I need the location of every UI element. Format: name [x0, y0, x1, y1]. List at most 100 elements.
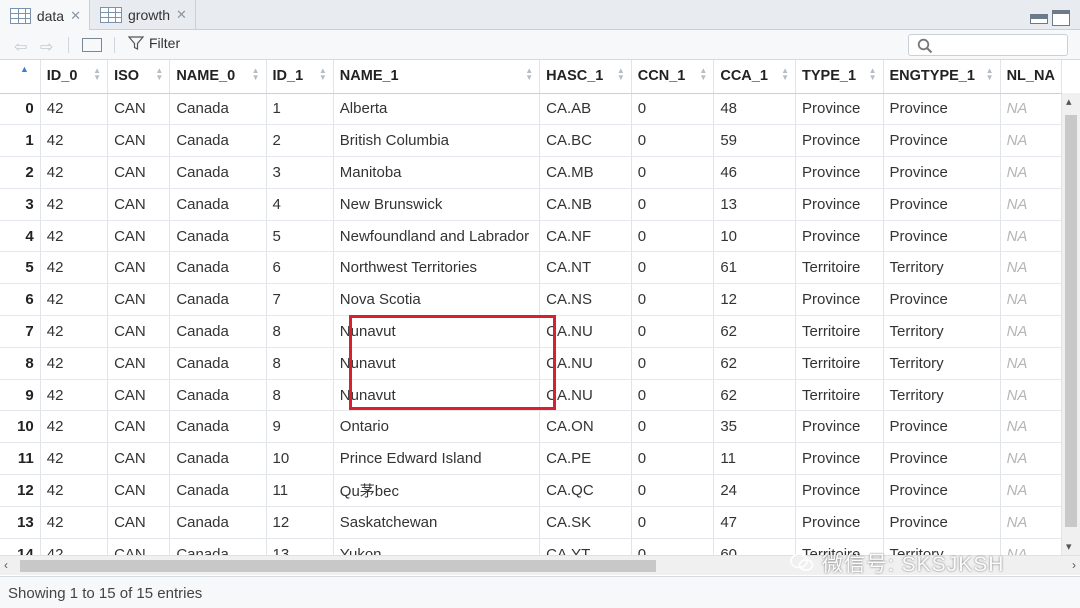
table-cell[interactable]: 24 [713, 474, 797, 507]
table-cell[interactable]: Canada [169, 93, 267, 126]
table-cell[interactable]: CAN [107, 124, 171, 158]
scroll-up-icon[interactable]: ▴ [1066, 95, 1072, 108]
table-cell[interactable]: 13 [713, 188, 797, 221]
table-cell[interactable]: 5 [266, 220, 334, 253]
table-cell[interactable]: 42 [40, 251, 109, 285]
table-cell[interactable]: Canada [169, 156, 267, 189]
table-cell[interactable]: Province [883, 93, 1001, 126]
table-cell[interactable]: Qu茅bec [333, 474, 541, 507]
table-cell[interactable]: 13 [266, 538, 334, 555]
table-cell[interactable]: Canada [169, 474, 267, 507]
tab-growth[interactable]: growth ✕ [90, 0, 196, 30]
table-cell[interactable]: CAN [107, 315, 171, 348]
tab-data[interactable]: data ✕ [0, 0, 90, 31]
table-cell[interactable]: Province [795, 220, 884, 253]
table-cell[interactable]: CAN [107, 347, 171, 380]
table-cell[interactable]: NA [1000, 220, 1062, 253]
table-cell[interactable]: 35 [713, 410, 797, 444]
vertical-scrollbar[interactable]: ▴ ▾ [1062, 93, 1080, 555]
table-cell[interactable]: 0 [631, 347, 715, 380]
table-cell[interactable]: NA [1000, 124, 1062, 158]
table-cell[interactable]: CA.MB [539, 156, 632, 189]
table-cell[interactable]: CA.NS [539, 283, 632, 317]
table-cell[interactable]: 42 [40, 283, 109, 317]
maximize-pane-icon[interactable] [1052, 10, 1070, 26]
table-cell[interactable]: Province [795, 442, 884, 476]
table-cell[interactable]: 60 [713, 538, 797, 555]
table-cell[interactable]: Manitoba [333, 156, 541, 189]
table-cell[interactable]: 42 [40, 474, 109, 507]
table-row[interactable]: 13 42 CAN Canada 12 Saskatchewan CA.SK 0 47 Provi… [0, 506, 1062, 539]
column-header[interactable]: CCN_1 ▲ ▼ [631, 60, 715, 94]
back-arrow-icon[interactable]: ⇦ [14, 37, 27, 57]
table-cell[interactable]: CA.NF [539, 220, 632, 253]
table-cell[interactable]: CAN [107, 410, 171, 444]
column-header[interactable]: NAME_0 ▲ ▼ [169, 60, 267, 94]
table-cell[interactable]: 0 [631, 93, 715, 126]
table-cell[interactable]: Canada [169, 283, 267, 317]
table-cell[interactable]: 0 [631, 474, 715, 507]
table-cell[interactable]: CAN [107, 474, 171, 507]
scroll-right-icon[interactable]: › [1072, 558, 1076, 572]
column-header[interactable]: NAME_1 ▲ ▼ [333, 60, 541, 94]
table-cell[interactable]: 62 [713, 315, 797, 348]
table-row[interactable]: 4 42 CAN Canada 5 Newfoundland and Labrador CA… [0, 220, 1062, 253]
table-cell[interactable]: Canada [169, 220, 267, 253]
table-cell[interactable]: 7 [266, 283, 334, 317]
column-header[interactable]: NL_NA [1000, 60, 1062, 94]
table-row[interactable]: 0 42 CAN Canada 1 Alberta CA.AB 0 48 Province Prov… [0, 93, 1062, 126]
table-cell[interactable]: 12 [713, 283, 797, 317]
column-header[interactable]: ENGTYPE_1 ▲ ▼ [883, 60, 1001, 94]
table-cell[interactable]: 42 [40, 220, 109, 253]
table-cell[interactable]: CAN [107, 93, 171, 126]
table-cell[interactable]: Territory [883, 347, 1001, 380]
table-cell[interactable]: Province [883, 474, 1001, 507]
column-header-rowindex[interactable]: ▲ [0, 60, 41, 94]
table-cell[interactable]: Province [795, 124, 884, 158]
table-cell[interactable]: CAN [107, 156, 171, 189]
table-cell[interactable]: 42 [40, 156, 109, 189]
table-cell[interactable]: 0 [631, 442, 715, 476]
table-cell[interactable]: 42 [40, 538, 109, 555]
table-cell[interactable]: 0 [631, 283, 715, 317]
table-row[interactable]: 5 42 CAN Canada 6 Northwest Territories CA.NT 0… [0, 251, 1062, 285]
table-cell[interactable]: 42 [40, 347, 109, 380]
table-cell[interactable]: 46 [713, 156, 797, 189]
table-cell[interactable]: Territory [883, 251, 1001, 285]
table-cell[interactable]: NA [1000, 347, 1062, 380]
table-cell[interactable]: Province [795, 283, 884, 317]
table-cell[interactable]: Nunavut [333, 379, 541, 412]
table-cell[interactable]: 42 [40, 188, 109, 221]
table-cell[interactable]: NA [1000, 474, 1062, 507]
table-cell[interactable]: CA.NU [539, 347, 632, 380]
table-cell[interactable]: 10 [266, 442, 334, 476]
search-input[interactable] [908, 34, 1068, 56]
table-cell[interactable]: Canada [169, 251, 267, 285]
table-row[interactable]: 3 42 CAN Canada 4 New Brunswick CA.NB 0 13 Provin… [0, 188, 1062, 221]
table-cell[interactable]: 42 [40, 506, 109, 539]
table-cell[interactable]: Province [883, 442, 1001, 476]
table-row[interactable]: 10 42 CAN Canada 9 Ontario CA.ON 0 35 Province Pro… [0, 410, 1062, 444]
table-cell[interactable]: NA [1000, 379, 1062, 412]
table-cell[interactable]: 6 [266, 251, 334, 285]
table-cell[interactable]: NA [1000, 188, 1062, 221]
table-cell[interactable]: CA.SK [539, 506, 632, 539]
table-cell[interactable]: 11 [266, 474, 334, 507]
table-cell[interactable]: Canada [169, 538, 267, 555]
table-cell[interactable]: 42 [40, 410, 109, 444]
table-row[interactable]: 2 42 CAN Canada 3 Manitoba CA.MB 0 46 Province Pro… [0, 156, 1062, 189]
table-cell[interactable]: CA.NU [539, 379, 632, 412]
minimize-pane-icon[interactable] [1030, 14, 1048, 24]
table-cell[interactable]: 0 [631, 538, 715, 555]
table-cell[interactable]: 0 [631, 410, 715, 444]
table-cell[interactable]: 0 [631, 124, 715, 158]
table-cell[interactable]: Canada [169, 124, 267, 158]
table-cell[interactable]: CA.NU [539, 315, 632, 348]
table-cell[interactable]: CA.NB [539, 188, 632, 221]
table-cell[interactable]: Province [883, 506, 1001, 539]
table-cell[interactable]: 62 [713, 347, 797, 380]
data-grid[interactable]: ▲ ID_0 ▲ ▼ ISO ▲ ▼ NAME_0 ▲ ▼ ID_1 ▲ ▼ NAME_1 ▲ ▼ … [0, 60, 1062, 555]
table-cell[interactable]: NA [1000, 506, 1062, 539]
table-cell[interactable]: Northwest Territories [333, 251, 541, 285]
column-header[interactable]: ISO ▲ ▼ [107, 60, 171, 94]
